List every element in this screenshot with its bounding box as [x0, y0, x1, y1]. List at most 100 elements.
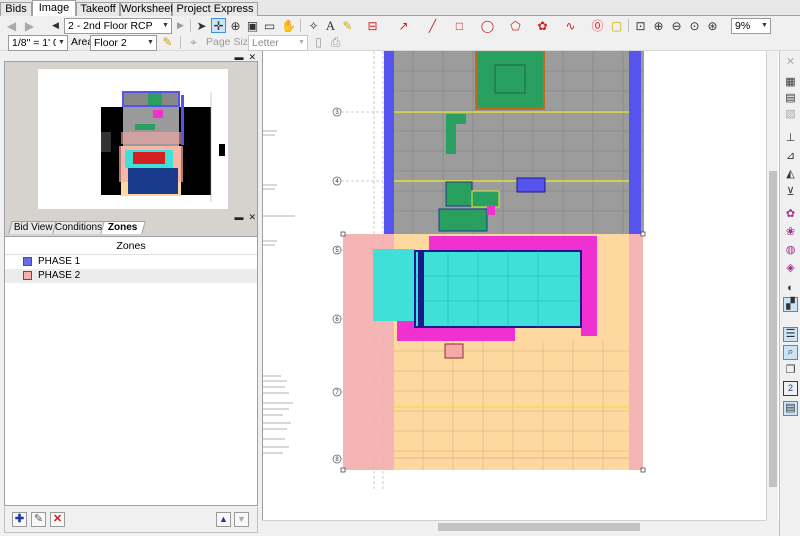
zones-pane-controls: ▬ ✕: [234, 212, 256, 223]
stamp-annotation-icon[interactable]: ⓪: [590, 18, 605, 33]
tab-conditions[interactable]: Conditions: [52, 221, 106, 234]
horizontal-scroll-thumb[interactable]: [438, 523, 640, 531]
forward-icon[interactable]: ▶: [22, 18, 37, 33]
arrow-annotation-icon[interactable]: ↗: [396, 18, 411, 33]
zoom-page-icon[interactable]: ▣: [245, 18, 260, 33]
search-icon[interactable]: ⌕: [783, 345, 798, 360]
close-icon[interactable]: ✕: [248, 212, 256, 222]
toolbar-separator: [300, 19, 301, 32]
layers-icon[interactable]: ▧: [783, 107, 798, 122]
scale-toolbar: 1/8" = 1' 0" ▼ Area Floor 2 ▼ ✎ ⌖ Page S…: [0, 34, 800, 51]
measure-icon[interactable]: ⊥: [783, 131, 798, 146]
tab-image[interactable]: Image: [32, 0, 76, 17]
zoom-out-icon[interactable]: ⊖: [669, 18, 684, 33]
pointer-icon[interactable]: ➤: [194, 18, 209, 33]
toolbar-separator: [180, 36, 181, 49]
vertical-scrollbar[interactable]: [766, 51, 778, 520]
properties-icon[interactable]: ▤: [783, 401, 798, 416]
page-select-value: 2 - 2nd Floor RCP: [68, 20, 153, 32]
zone-color-swatch: [23, 257, 32, 266]
zoom-fit-icon[interactable]: ⊡: [633, 18, 648, 33]
page-size-icon[interactable]: ⌖: [186, 34, 201, 49]
zone-row-phase-1[interactable]: PHASE 1: [5, 255, 257, 269]
vertical-scroll-thumb[interactable]: [769, 171, 777, 487]
add-zone-button[interactable]: ✚: [12, 512, 27, 527]
restore-icon[interactable]: ▬: [234, 212, 243, 222]
zone-row-phase-2[interactable]: PHASE 2: [5, 269, 257, 283]
zone-edit-icon[interactable]: ❀: [783, 225, 798, 240]
toolbar-separator: [628, 19, 629, 32]
right-toolbar: ✕ ▦ ▤ ▧ ⊥ ⊿ ◭ ⊻ ✿ ❀ ◍ ◈ ◐ ▞ ☰ ⌕ ❐ 2 ▤: [779, 51, 800, 536]
zone-color-swatch: [23, 271, 32, 280]
cloud-annotation-icon[interactable]: ✿: [535, 18, 550, 33]
area-edit-icon[interactable]: ✎: [160, 34, 175, 49]
main-tab-bar: Bids Image Takeoff Worksheet Project Exp…: [0, 0, 800, 17]
tab-zones[interactable]: Zones: [100, 221, 146, 234]
back-icon[interactable]: ◀: [4, 18, 19, 33]
grid-icon[interactable]: ▤: [783, 91, 798, 106]
list-view-icon[interactable]: ☰: [783, 327, 798, 342]
contrast-icon[interactable]: ◐: [783, 281, 798, 296]
table-icon[interactable]: ▦: [783, 75, 798, 90]
zone-label: PHASE 2: [38, 270, 81, 281]
new-page-icon[interactable]: ▯: [311, 34, 326, 49]
polygon-annotation-icon[interactable]: ⬠: [508, 18, 523, 33]
chevron-down-icon: ▼: [145, 36, 156, 50]
tab-takeoff[interactable]: Takeoff: [76, 2, 120, 16]
move-up-button[interactable]: ▲: [216, 512, 231, 527]
tab-bid-view-label: Bid View: [13, 222, 53, 233]
tab-bids[interactable]: Bids: [0, 2, 32, 16]
zones-list: Zones PHASE 1 PHASE 2: [4, 236, 258, 506]
split-view-icon[interactable]: ▞: [783, 297, 798, 312]
page-number-icon[interactable]: 2: [783, 381, 798, 396]
zoom-icon[interactable]: ⊕: [228, 18, 243, 33]
count-icon[interactable]: ⊻: [783, 185, 798, 200]
pan-hand-icon[interactable]: ✋: [281, 18, 296, 33]
zoom-actual-icon[interactable]: ⊙: [687, 18, 702, 33]
zoom-select[interactable]: 9% ▼: [731, 18, 771, 34]
tab-project-express[interactable]: Project Express: [172, 2, 258, 16]
freehand-annotation-icon[interactable]: ∿: [563, 18, 578, 33]
next-page-icon[interactable]: ▶: [173, 18, 188, 33]
area-icon[interactable]: ◭: [783, 167, 798, 182]
floor-plan: 3 4 5 6 7 8: [263, 51, 646, 491]
rectangle-annotation-icon[interactable]: □: [452, 18, 467, 33]
callout-icon[interactable]: ⊟: [365, 18, 380, 33]
zoom-window-icon[interactable]: ▭: [262, 18, 277, 33]
copy-icon[interactable]: ❐: [783, 363, 798, 378]
delete-zone-button[interactable]: ✕: [50, 512, 65, 527]
zone-add-icon[interactable]: ✿: [783, 207, 798, 222]
zone-label: PHASE 1: [38, 256, 81, 267]
zone-assign-icon[interactable]: ◈: [783, 261, 798, 276]
ellipse-annotation-icon[interactable]: ◯: [480, 18, 495, 33]
horizontal-scrollbar[interactable]: [262, 520, 766, 532]
tab-worksheet[interactable]: Worksheet: [120, 2, 173, 16]
magic-wand-icon[interactable]: ✧: [306, 18, 321, 33]
edit-zone-button[interactable]: ✎: [31, 512, 46, 527]
page-select[interactable]: 2 - 2nd Floor RCP ▼: [64, 18, 172, 34]
zones-action-bar: ✚ ✎ ✕ ▲ ▼: [4, 507, 258, 533]
area-select[interactable]: Floor 2 ▼: [90, 35, 157, 51]
previous-page-icon[interactable]: ◀: [48, 18, 63, 33]
expand-icon[interactable]: ✕: [783, 55, 798, 70]
line-annotation-icon[interactable]: ╱: [425, 18, 440, 33]
page-size-select[interactable]: Letter ▼: [248, 35, 308, 51]
text-annotation-icon[interactable]: A: [323, 18, 338, 33]
print-icon[interactable]: ⎙: [328, 34, 343, 49]
crosshair-icon[interactable]: ✛: [211, 18, 226, 33]
page-size-select-value: Letter: [252, 37, 279, 49]
linear-icon[interactable]: ⊿: [783, 149, 798, 164]
scale-select[interactable]: 1/8" = 1' 0" ▼: [8, 35, 68, 51]
chevron-down-icon: ▼: [759, 19, 770, 33]
tab-bid-view[interactable]: Bid View: [8, 221, 58, 234]
tab-conditions-label: Conditions: [55, 222, 103, 233]
drawing-canvas[interactable]: 3 4 5 6 7 8: [262, 51, 779, 520]
zoom-options-icon[interactable]: ⊛: [705, 18, 720, 33]
highlighter-icon[interactable]: ✎: [340, 18, 355, 33]
toolbar-separator: [190, 19, 191, 32]
zoom-in-icon[interactable]: ⊕: [651, 18, 666, 33]
move-down-button[interactable]: ▼: [234, 512, 249, 527]
zones-header: Zones: [5, 237, 257, 255]
highlight-rect-icon[interactable]: ▢: [609, 18, 624, 33]
zone-delete-icon[interactable]: ◍: [783, 243, 798, 258]
